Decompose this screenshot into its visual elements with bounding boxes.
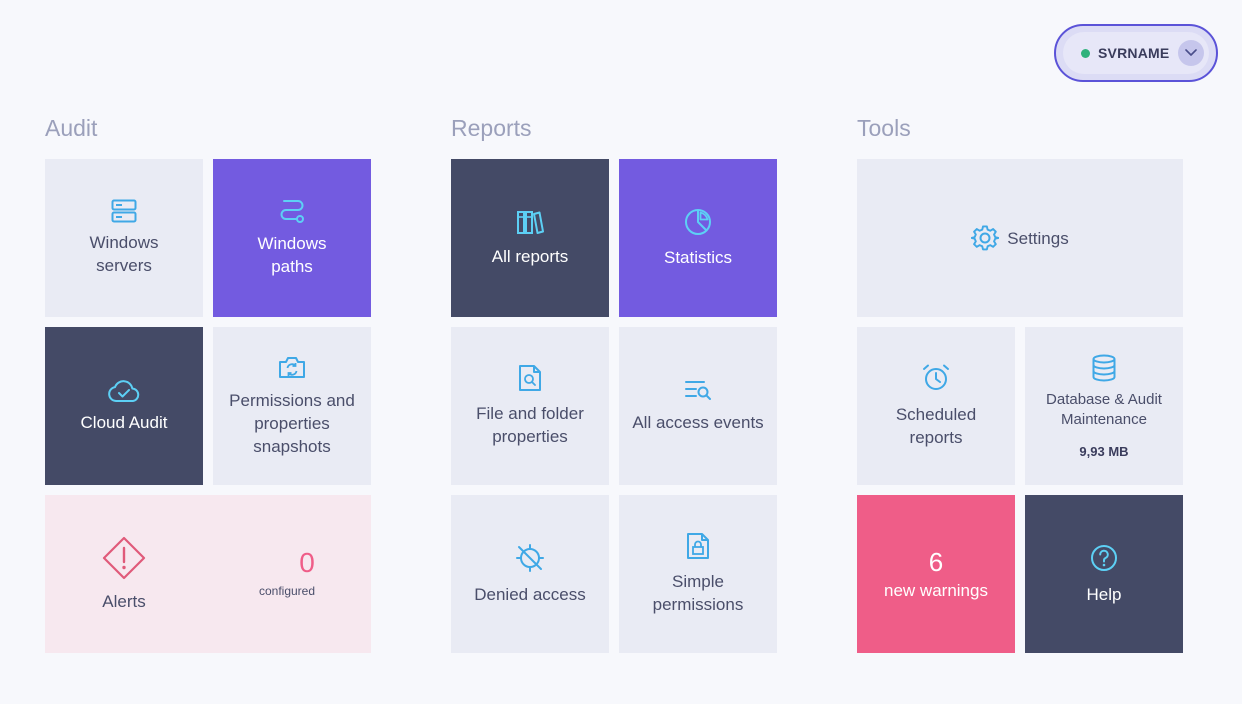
section-title-reports: Reports <box>451 115 532 141</box>
warnings-count: 6 <box>928 546 944 577</box>
help-circle-icon <box>1089 543 1119 573</box>
tile-label: All access events <box>632 412 764 432</box>
tile-all-reports[interactable]: All reports <box>451 159 609 317</box>
server-icon <box>111 199 137 223</box>
tile-new-warnings[interactable]: 6 new warnings <box>857 495 1015 653</box>
tile-settings[interactable]: Settings <box>857 159 1183 317</box>
tile-cloud-audit[interactable]: Cloud Audit <box>45 327 203 485</box>
alerts-count: 0 <box>299 547 315 578</box>
tile-label: Statistics <box>663 247 733 267</box>
document-lock-icon <box>686 532 710 560</box>
tile-statistics[interactable]: Statistics <box>619 159 777 317</box>
server-selector-inner[interactable]: SVRNAME <box>1063 32 1209 74</box>
database-size: 9,93 MB <box>1079 443 1129 459</box>
tile-label: Denied access <box>474 584 586 604</box>
tile-alerts[interactable]: Alerts 0 configured <box>45 495 371 653</box>
camera-refresh-icon <box>278 355 306 379</box>
books-icon <box>516 209 544 235</box>
warnings-label: new warnings <box>884 580 988 600</box>
tile-label: File and folder properties <box>476 404 584 446</box>
database-icon <box>1091 354 1117 382</box>
tile-label: Permissions and properties snapshots <box>229 390 355 456</box>
cloud-check-icon <box>107 379 141 403</box>
server-status-dot <box>1081 48 1090 58</box>
tile-all-access-events[interactable]: All access events <box>619 327 777 485</box>
list-search-icon <box>684 379 712 401</box>
alerts-right: 0 configured <box>203 495 371 653</box>
alerts-label: Alerts <box>102 591 146 611</box>
tile-database-maintenance[interactable]: Database & Audit Maintenance 9,93 MB <box>1025 327 1183 485</box>
tile-label: Database & Audit Maintenance <box>1046 390 1162 428</box>
chevron-down-icon[interactable] <box>1178 40 1204 66</box>
section-title-tools: Tools <box>857 115 911 141</box>
tile-simple-permissions[interactable]: Simple permissions <box>619 495 777 653</box>
gear-icon <box>970 224 1000 252</box>
tile-label: Settings <box>1007 228 1069 248</box>
tile-label: Cloud Audit <box>80 412 168 432</box>
dashboard: SVRNAME Audit Reports Tools Windows serv… <box>0 0 1242 704</box>
tile-help[interactable]: Help <box>1025 495 1183 653</box>
tile-label: Windows servers <box>89 233 159 275</box>
alerts-left: Alerts <box>45 495 203 653</box>
warning-diamond-icon <box>102 536 146 580</box>
tile-label: Simple permissions <box>652 572 744 614</box>
section-title-audit: Audit <box>45 115 98 141</box>
crosshair-denied-icon <box>515 543 545 573</box>
tile-permissions-snapshots[interactable]: Permissions and properties snapshots <box>213 327 371 485</box>
tile-label: Help <box>1086 584 1122 604</box>
tile-label: Windows paths <box>257 234 327 276</box>
tile-denied-access[interactable]: Denied access <box>451 495 609 653</box>
server-selector[interactable]: SVRNAME <box>1054 24 1218 82</box>
tile-file-folder-properties[interactable]: File and folder properties <box>451 327 609 485</box>
tile-windows-servers[interactable]: Windows servers <box>45 159 203 317</box>
alarm-clock-icon <box>921 363 951 393</box>
tile-scheduled-reports[interactable]: Scheduled reports <box>857 327 1015 485</box>
pie-chart-icon <box>684 208 712 236</box>
tile-label: Scheduled reports <box>895 405 977 447</box>
path-icon <box>278 198 306 224</box>
server-name: SVRNAME <box>1098 45 1170 61</box>
alerts-count-label: configured <box>258 584 316 598</box>
tile-label: All reports <box>491 246 569 266</box>
tile-windows-paths[interactable]: Windows paths <box>213 159 371 317</box>
document-search-icon <box>518 364 542 392</box>
